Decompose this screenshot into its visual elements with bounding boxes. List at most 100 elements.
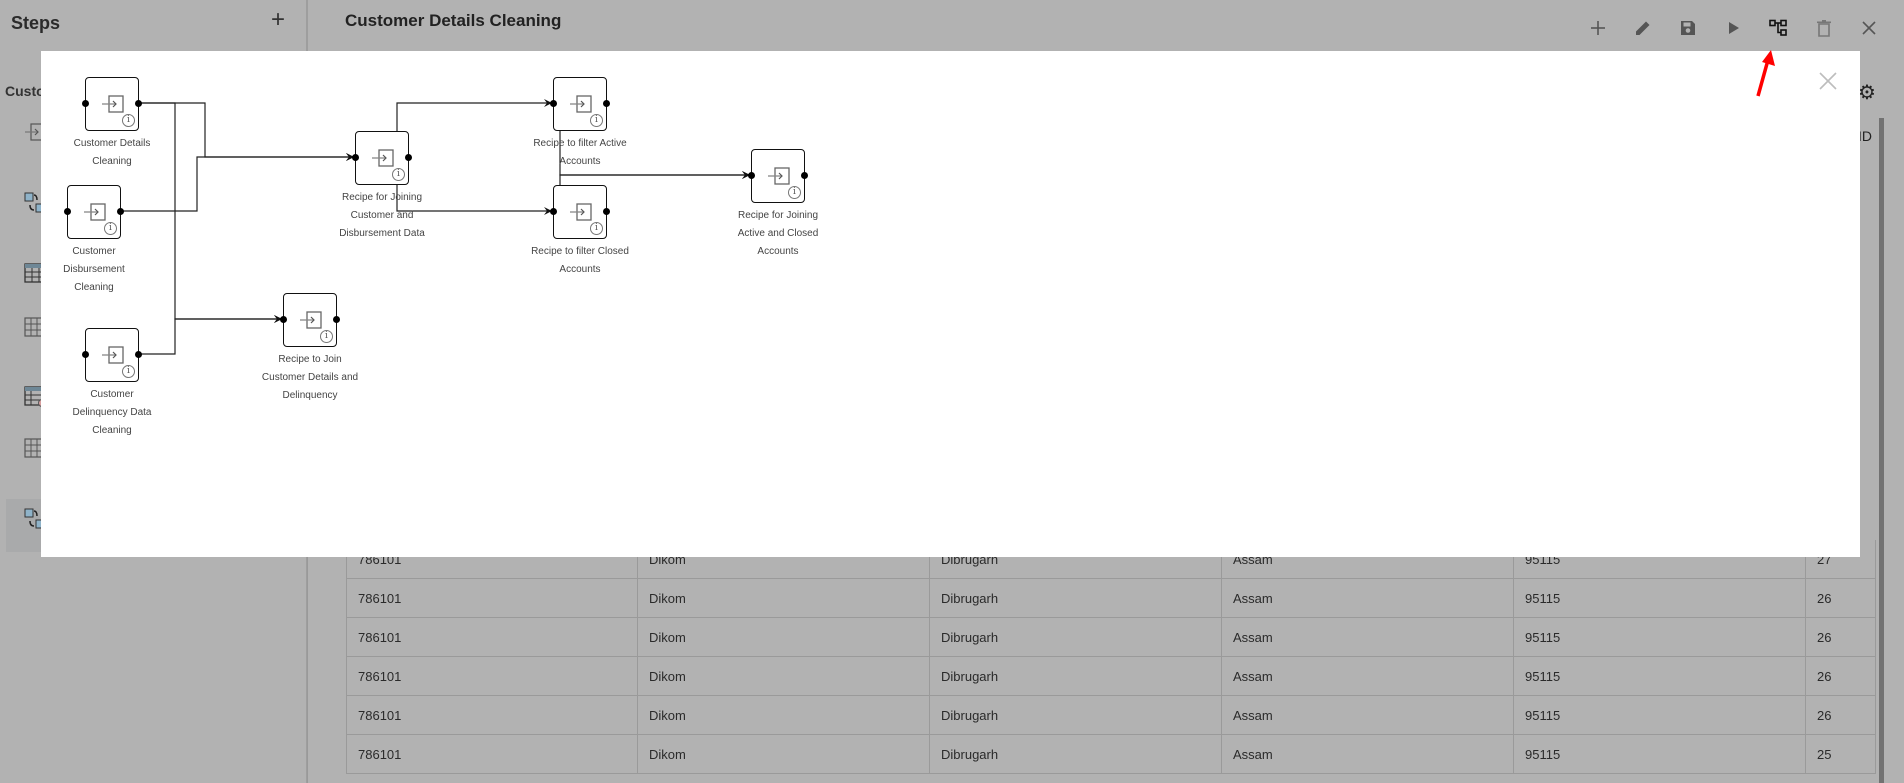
table-cell-code: 95115 xyxy=(1514,579,1806,618)
info-icon[interactable]: i xyxy=(392,168,405,181)
output-port[interactable] xyxy=(603,208,610,215)
flow-node-label-line: Customer Details and xyxy=(261,372,359,383)
close-icon xyxy=(1862,21,1876,35)
table-cell-age: 26 xyxy=(1806,657,1876,696)
info-icon[interactable]: i xyxy=(122,365,135,378)
flow-node-label-line: Recipe to Join xyxy=(278,354,342,365)
table-cell-code: 95115 xyxy=(1514,735,1806,774)
output-port[interactable] xyxy=(117,208,124,215)
add-step-button[interactable]: + xyxy=(266,6,290,34)
table-row[interactable]: 786101 Dikom Dibrugarh Assam 95115 26 xyxy=(346,618,1876,657)
table-row[interactable]: 786101 Dikom Dibrugarh Assam 95115 25 xyxy=(346,735,1876,774)
flow-node-n6[interactable]: i xyxy=(550,77,610,131)
flow-node-n2[interactable]: i xyxy=(64,185,124,239)
close-button[interactable] xyxy=(1855,14,1883,42)
delete-button[interactable] xyxy=(1810,14,1838,42)
flow-node-label-line: Active and Closed xyxy=(737,228,819,239)
table-row[interactable]: 786101 Dikom Dibrugarh Assam 95115 26 xyxy=(346,579,1876,618)
gear-icon[interactable]: ⚙ xyxy=(1858,80,1876,105)
flow-node-n3[interactable]: i xyxy=(82,328,142,382)
table-cell-state: Assam xyxy=(1222,657,1514,696)
edit-button[interactable] xyxy=(1629,14,1657,42)
flow-node-label-line: Recipe to filter Active xyxy=(533,138,627,149)
flow-node-label: Recipe to Join Customer Details and Delinq… xyxy=(255,351,365,405)
output-port[interactable] xyxy=(603,100,610,107)
table-cell-district: Dibrugarh xyxy=(930,579,1222,618)
modal-close-icon[interactable] xyxy=(1816,69,1840,93)
table-cell-city: Dikom xyxy=(638,618,930,657)
flow-node-n5[interactable]: i xyxy=(280,293,340,347)
table-row[interactable]: 786101 Dikom Dibrugarh Assam 95115 26 xyxy=(346,657,1876,696)
info-icon[interactable]: i xyxy=(590,222,603,235)
flow-node-label: Customer Disbursement Cleaning xyxy=(39,243,149,297)
flow-diagram-button[interactable] xyxy=(1765,14,1793,42)
flow-node-label-line: Cleaning xyxy=(92,156,132,167)
flow-node-label-line: Customer xyxy=(72,246,116,257)
save-button[interactable] xyxy=(1674,14,1702,42)
page-title: Customer Details Cleaning xyxy=(345,11,562,30)
flow-node-label-line: Recipe to filter Closed xyxy=(531,246,629,257)
add-button[interactable] xyxy=(1584,14,1612,42)
flow-node-n8[interactable]: i xyxy=(748,149,808,203)
step-input-icon xyxy=(768,167,790,185)
input-port[interactable] xyxy=(550,100,557,107)
play-icon xyxy=(1729,22,1739,34)
flow-node-label-line: Accounts xyxy=(757,246,799,257)
table-cell-age: 26 xyxy=(1806,696,1876,735)
input-port[interactable] xyxy=(280,316,287,323)
run-button[interactable] xyxy=(1720,14,1748,42)
output-port[interactable] xyxy=(405,154,412,161)
vertical-scrollbar[interactable] xyxy=(1879,118,1884,783)
flow-edge xyxy=(139,318,281,355)
info-icon[interactable]: i xyxy=(122,114,135,127)
flow-node-label-line: Customer xyxy=(90,389,134,400)
input-port[interactable] xyxy=(352,154,359,161)
flow-diagram-icon xyxy=(1769,19,1787,36)
flow-node-n1[interactable]: i xyxy=(82,77,142,131)
flow-node-n7[interactable]: i xyxy=(550,185,610,239)
flow-node-label: Recipe for Joining Customer and Disburseme… xyxy=(327,189,437,243)
output-port[interactable] xyxy=(135,100,142,107)
input-port[interactable] xyxy=(82,100,89,107)
input-port[interactable] xyxy=(82,351,89,358)
info-icon[interactable]: i xyxy=(320,330,333,343)
table-cell-pincode: 786101 xyxy=(346,696,638,735)
flow-node-label-line: Accounts xyxy=(559,264,601,275)
flow-node-label-line: Customer and xyxy=(350,210,414,221)
flow-node-n4[interactable]: i xyxy=(352,131,412,185)
input-port[interactable] xyxy=(550,208,557,215)
input-port[interactable] xyxy=(64,208,71,215)
flow-diagram-modal: i Customer Details Cleaning i Customer Disbur… xyxy=(41,51,1860,557)
output-port[interactable] xyxy=(801,172,808,179)
step-input-icon xyxy=(102,95,124,113)
plus-icon xyxy=(1591,21,1605,35)
flow-node-label: Customer Delinquency Data Cleaning xyxy=(57,386,167,440)
table-cell-city: Dikom xyxy=(638,696,930,735)
flow-node-label-line: Accounts xyxy=(559,156,601,167)
flow-node-label: Customer Details Cleaning xyxy=(57,135,167,171)
info-icon[interactable]: i xyxy=(788,186,801,199)
table-cell-city: Dikom xyxy=(638,735,930,774)
table-cell-pincode: 786101 xyxy=(346,657,638,696)
info-icon[interactable]: i xyxy=(104,222,117,235)
output-port[interactable] xyxy=(333,316,340,323)
table-row[interactable]: 786101 Dikom Dibrugarh Assam 95115 26 xyxy=(346,696,1876,735)
step-input-icon xyxy=(570,203,592,221)
flow-node-label-line: Delinquency xyxy=(282,390,338,401)
info-icon[interactable]: i xyxy=(590,114,603,127)
input-port[interactable] xyxy=(748,172,755,179)
steps-title: Steps xyxy=(11,13,61,33)
sidebar-divider xyxy=(307,557,308,783)
table-cell-state: Assam xyxy=(1222,618,1514,657)
flow-node-label-line: Customer Details xyxy=(73,138,151,149)
flow-node-label-line: Disbursement xyxy=(63,264,125,275)
column-header-partial[interactable]: ID xyxy=(1858,128,1872,144)
flow-node-label-line: Disbursement Data xyxy=(339,228,425,239)
table-cell-pincode: 786101 xyxy=(346,579,638,618)
table-cell-pincode: 786101 xyxy=(346,618,638,657)
table-cell-state: Assam xyxy=(1222,735,1514,774)
flow-node-label: Recipe to filter Closed Accounts xyxy=(525,243,635,279)
output-port[interactable] xyxy=(135,351,142,358)
flow-node-label-line: Recipe for Joining xyxy=(341,192,423,203)
flow-node-label-line: Cleaning xyxy=(92,425,132,436)
